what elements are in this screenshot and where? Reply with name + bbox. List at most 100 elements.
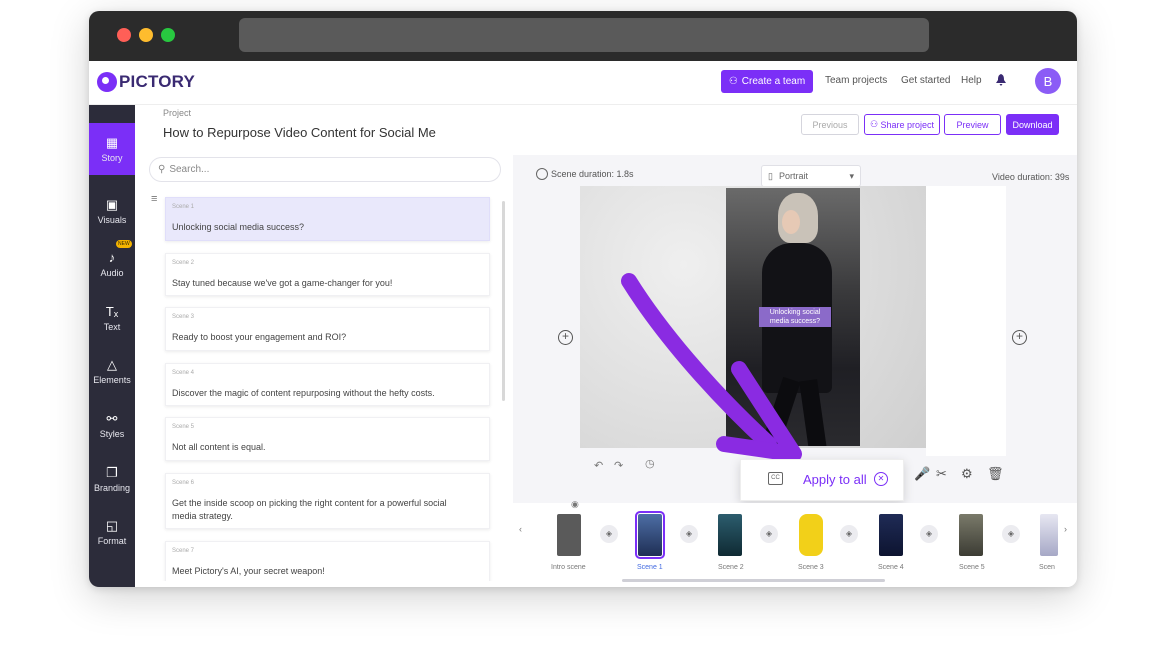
scene-card[interactable]: Scene 7 Meet Pictory's AI, your secret w… bbox=[165, 541, 490, 581]
sidebar-item-branding[interactable]: ❐ Branding bbox=[89, 453, 135, 505]
format-value: Portrait bbox=[778, 171, 808, 181]
scissors-icon[interactable]: ✂ bbox=[936, 466, 947, 482]
undo-icon[interactable]: ↶ bbox=[594, 459, 603, 472]
timeline-thumb-scene-5[interactable] bbox=[959, 514, 983, 556]
scene-timeline bbox=[513, 503, 1077, 587]
project-title[interactable]: How to Repurpose Video Content for Socia… bbox=[163, 125, 436, 140]
sidebar-item-styles[interactable]: ⚯ Styles bbox=[89, 399, 135, 451]
timeline-thumb-scene-2[interactable] bbox=[718, 514, 742, 556]
sidebar: ▦ Story ▣ Visuals NEW ♪ Audio Tₓ Text △ … bbox=[89, 105, 135, 587]
transition-icon[interactable]: ◈ bbox=[1002, 525, 1020, 543]
scene-card[interactable]: Scene 3 Ready to boost your engagement a… bbox=[165, 307, 490, 351]
scene-list-scrollbar[interactable] bbox=[502, 201, 505, 401]
scene-duration: Scene duration: 1.8s bbox=[536, 168, 634, 180]
phone-icon: ▯ bbox=[768, 170, 773, 181]
sidebar-item-label: Styles bbox=[99, 428, 125, 439]
sidebar-item-elements[interactable]: △ Elements bbox=[89, 345, 135, 397]
transition-icon[interactable]: ◈ bbox=[840, 525, 858, 543]
create-team-label: Create a team bbox=[741, 76, 806, 87]
scene-text[interactable]: Not all content is equal. bbox=[172, 441, 472, 454]
scene-card[interactable]: Scene 4 Discover the magic of content re… bbox=[165, 363, 490, 406]
timeline-thumb-scene-3[interactable] bbox=[799, 514, 823, 556]
transition-icon[interactable]: ◈ bbox=[680, 525, 698, 543]
timeline-label: Scene 3 bbox=[798, 564, 824, 571]
sidebar-item-label: Branding bbox=[93, 482, 131, 493]
sidebar-item-text[interactable]: Tₓ Text bbox=[89, 292, 135, 344]
brand-icon: ❐ bbox=[106, 464, 118, 480]
apply-to-all-button[interactable]: Apply to all bbox=[803, 472, 867, 487]
sidebar-item-label: Elements bbox=[93, 374, 131, 385]
format-select[interactable]: ▯ Portrait ▾ bbox=[761, 165, 861, 187]
timeline-scrollbar[interactable] bbox=[622, 579, 885, 582]
sidebar-item-audio[interactable]: NEW ♪ Audio bbox=[89, 238, 135, 290]
video-duration: Video duration: 39s bbox=[992, 172, 1070, 182]
menu-icon[interactable]: ≡ bbox=[151, 193, 157, 205]
transition-icon[interactable]: ◈ bbox=[760, 525, 778, 543]
mic-icon[interactable]: 🎤 bbox=[914, 466, 930, 482]
scene-text[interactable]: Unlocking social media success? bbox=[172, 221, 472, 234]
previous-button[interactable]: Previous bbox=[801, 114, 859, 135]
timeline-label: Scene 1 bbox=[637, 564, 663, 571]
add-scene-left-icon[interactable]: + bbox=[558, 330, 573, 345]
hidden-eye-icon[interactable]: ◉ bbox=[571, 499, 579, 510]
help-link[interactable]: Help bbox=[961, 75, 982, 86]
close-icon[interactable]: ✕ bbox=[874, 472, 888, 486]
create-team-button[interactable]: ⚇ Create a team bbox=[721, 70, 813, 93]
music-icon: ♪ bbox=[108, 249, 116, 265]
team-icon: ⚇ bbox=[728, 76, 738, 87]
scene-card[interactable]: Scene 5 Not all content is equal. bbox=[165, 417, 490, 461]
add-scene-right-icon[interactable]: + bbox=[1012, 330, 1027, 345]
scene-card[interactable]: Scene 6 Get the inside scoop on picking … bbox=[165, 473, 490, 529]
scene-text[interactable]: Get the inside scoop on picking the righ… bbox=[172, 497, 472, 523]
photo-face bbox=[782, 210, 800, 234]
team-projects-link[interactable]: Team projects bbox=[825, 75, 887, 86]
logo[interactable]: PICTORY bbox=[97, 72, 195, 92]
avatar[interactable]: B bbox=[1035, 68, 1061, 94]
browser-chrome bbox=[89, 11, 1077, 61]
scene-duration-text: Scene duration: 1.8s bbox=[551, 169, 634, 179]
image-icon: ▣ bbox=[105, 196, 119, 212]
download-button[interactable]: Download bbox=[1006, 114, 1059, 135]
get-started-link[interactable]: Get started bbox=[901, 75, 950, 86]
timeline-thumb-scene-1[interactable] bbox=[635, 511, 665, 559]
zoom-dot[interactable] bbox=[161, 28, 175, 42]
bell-icon[interactable] bbox=[996, 74, 1006, 86]
share-project-button[interactable]: ⚇ Share project bbox=[864, 114, 940, 135]
trash-icon[interactable]: 🗑 bbox=[987, 466, 1004, 482]
scene-text[interactable]: Discover the magic of content repurposin… bbox=[172, 387, 472, 400]
sidebar-item-visuals[interactable]: ▣ Visuals bbox=[89, 185, 135, 237]
scroll-right-icon[interactable]: › bbox=[1064, 524, 1067, 534]
scene-text[interactable]: Ready to boost your engagement and ROI? bbox=[172, 331, 472, 344]
canvas-margin bbox=[926, 186, 1006, 456]
scene-card[interactable]: Scene 2 Stay tuned because we've got a g… bbox=[165, 253, 490, 296]
sidebar-item-story[interactable]: ▦ Story bbox=[89, 123, 135, 175]
timeline-thumb-scene-4[interactable] bbox=[879, 514, 903, 556]
app-header: PICTORY ⚇ Create a team Team projects Ge… bbox=[89, 61, 1077, 105]
minimize-dot[interactable] bbox=[139, 28, 153, 42]
new-badge: NEW bbox=[116, 240, 132, 248]
scene-text[interactable]: Stay tuned because we've got a game-chan… bbox=[172, 277, 472, 290]
scene-number: Scene 7 bbox=[172, 548, 195, 554]
sidebar-item-label: Story bbox=[101, 152, 123, 163]
address-bar[interactable] bbox=[239, 18, 929, 52]
timeline-label: Scen bbox=[1039, 564, 1055, 571]
sidebar-item-format[interactable]: ◱ Format bbox=[89, 506, 135, 558]
close-dot[interactable] bbox=[117, 28, 131, 42]
scene-number: Scene 6 bbox=[172, 480, 195, 486]
transition-icon[interactable]: ◈ bbox=[600, 525, 618, 543]
redo-icon[interactable]: ↷ bbox=[614, 459, 623, 472]
settings-icon[interactable]: ⚙ bbox=[961, 466, 973, 482]
scene-number: Scene 4 bbox=[172, 370, 195, 376]
timeline-thumb-intro[interactable] bbox=[557, 514, 581, 556]
timeline-thumb-scene-6[interactable] bbox=[1040, 514, 1058, 556]
pointer-arrow-icon bbox=[621, 273, 802, 459]
transition-icon[interactable]: ◈ bbox=[920, 525, 938, 543]
captions-icon[interactable]: CC bbox=[768, 472, 783, 485]
search-input[interactable]: ⚲ Search... bbox=[149, 157, 501, 182]
scroll-left-icon[interactable]: ‹ bbox=[519, 524, 522, 534]
sidebar-item-label: Format bbox=[97, 535, 127, 546]
scene-text[interactable]: Meet Pictory's AI, your secret weapon! bbox=[172, 565, 472, 578]
preview-button[interactable]: Preview bbox=[944, 114, 1001, 135]
chevron-down-icon: ▾ bbox=[849, 170, 854, 181]
scene-card[interactable]: Scene 1 Unlocking social media success? bbox=[165, 197, 490, 241]
